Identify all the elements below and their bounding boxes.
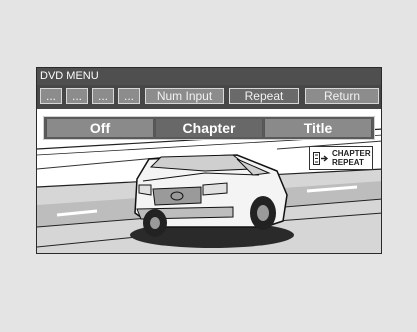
dvd-toolbar: ... ... ... ... Num Input Repeat Return	[37, 85, 381, 109]
status-line-1: CHAPTER	[332, 149, 371, 158]
status-text: CHAPTER REPEAT	[332, 149, 371, 167]
repeat-mode-selector: Off Chapter Title	[43, 116, 375, 140]
num-input-button[interactable]: Num Input	[145, 88, 224, 104]
chapter-repeat-badge: CHAPTER REPEAT	[309, 146, 373, 170]
dots-button-3[interactable]: ...	[92, 88, 114, 104]
repeat-button[interactable]: Repeat	[229, 88, 299, 104]
dots-button-2[interactable]: ...	[66, 88, 88, 104]
dots-button-1[interactable]: ...	[40, 88, 62, 104]
repeat-icon	[313, 152, 329, 170]
repeat-off-button[interactable]: Off	[46, 119, 154, 137]
repeat-title-button[interactable]: Title	[264, 119, 372, 137]
dvd-menu-screen: DVD MENU ... ... ... ... Num Input Repea…	[36, 67, 382, 254]
dots-button-4[interactable]: ...	[118, 88, 140, 104]
window-title: DVD MENU	[37, 68, 381, 85]
return-button[interactable]: Return	[305, 88, 379, 104]
status-line-2: REPEAT	[332, 158, 364, 167]
repeat-chapter-button[interactable]: Chapter	[155, 119, 263, 137]
